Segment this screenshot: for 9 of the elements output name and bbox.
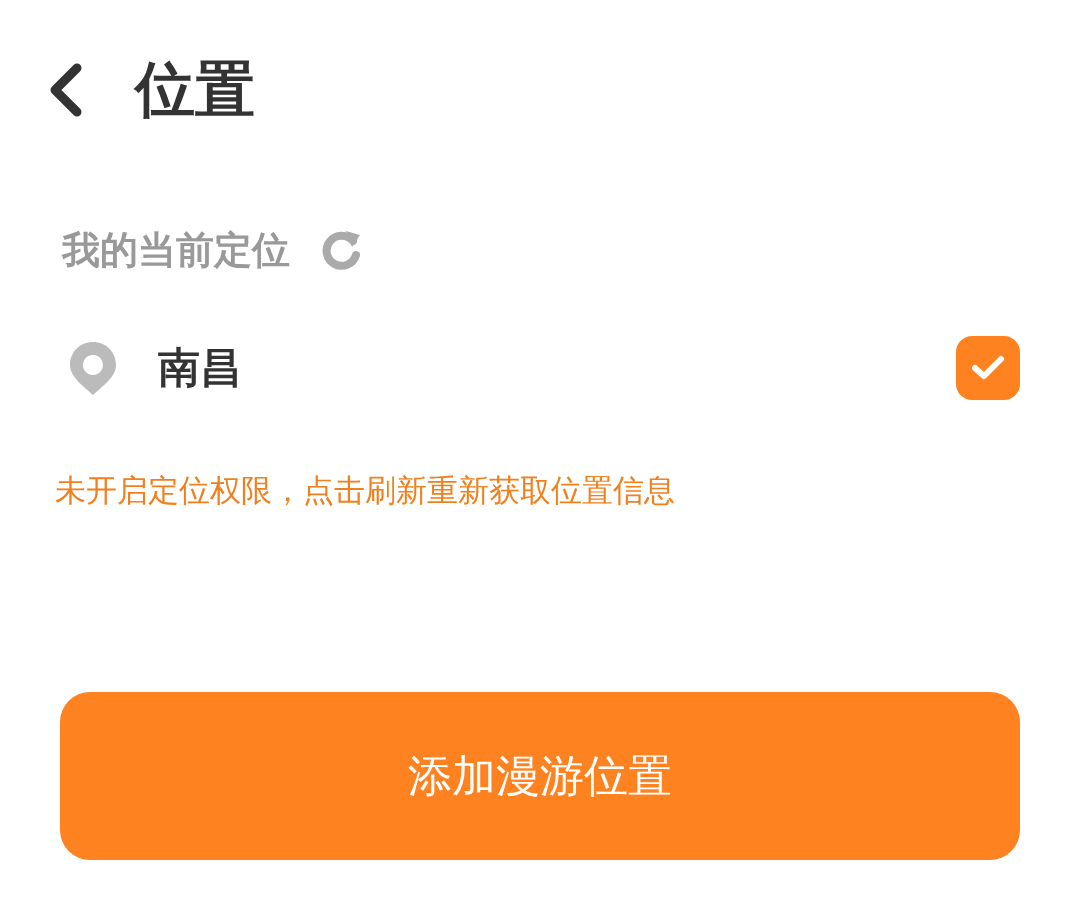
refresh-icon[interactable] bbox=[320, 228, 362, 273]
page-title: 位置 bbox=[135, 52, 255, 126]
checkmark-icon bbox=[971, 355, 1005, 381]
checkbox[interactable] bbox=[956, 336, 1020, 400]
location-pin-icon bbox=[68, 340, 118, 396]
add-roaming-location-button[interactable]: 添加漫游位置 bbox=[60, 692, 1020, 860]
permission-notice: 未开启定位权限，点击刷新重新获取位置信息 bbox=[55, 471, 676, 510]
section-label: 我的当前定位 bbox=[62, 227, 290, 274]
city-name: 南昌 bbox=[158, 342, 243, 394]
